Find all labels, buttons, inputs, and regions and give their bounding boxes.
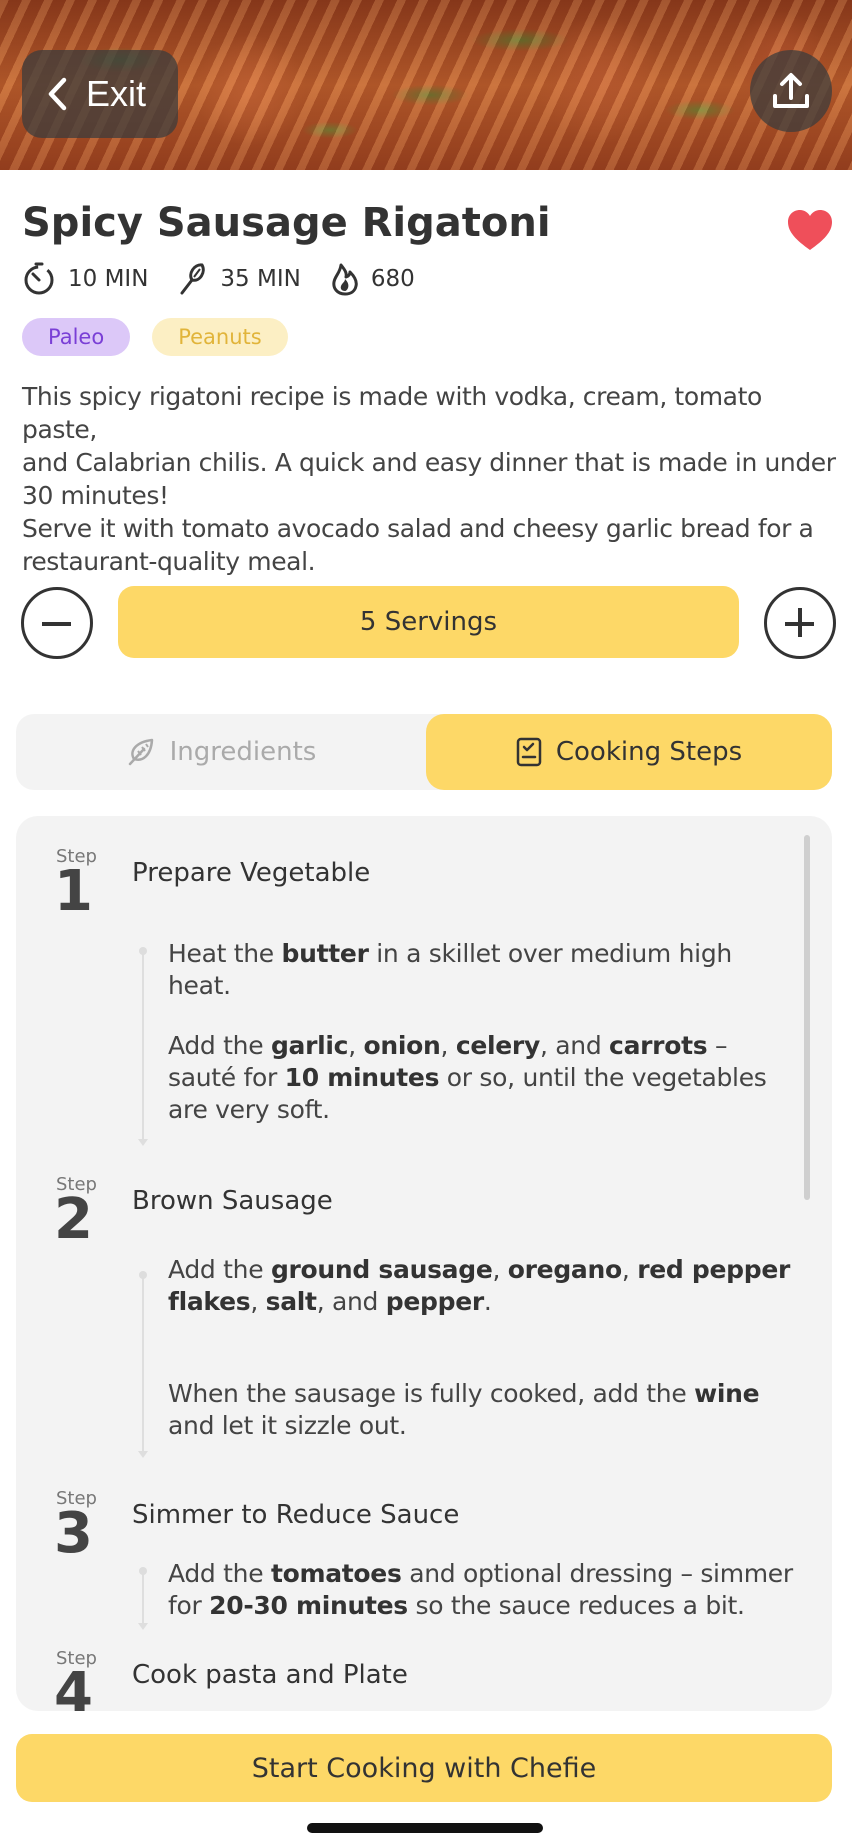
step-title: Brown Sausage <box>132 1186 333 1216</box>
servings-display: 5 Servings <box>118 586 739 658</box>
share-icon <box>773 73 809 108</box>
chevron-left-icon <box>48 77 67 111</box>
exit-button[interactable]: Exit <box>22 50 178 138</box>
recipe-description: This spicy rigatoni recipe is made with … <box>22 380 842 578</box>
tab-ingredients[interactable]: Ingredients <box>16 714 426 790</box>
decrease-servings-button[interactable] <box>21 587 93 659</box>
steps-panel[interactable]: Step 1 Prepare Vegetable Heat the butter… <box>16 816 832 1711</box>
prep-time: 10 MIN <box>22 262 148 296</box>
step-item: Step 1 Prepare Vegetable Heat the butter… <box>16 846 816 1146</box>
minus-icon <box>42 622 71 626</box>
description-line: and Calabrian chilis. A quick and easy d… <box>22 448 836 477</box>
steps-scrollbar[interactable] <box>804 835 810 1200</box>
step-instruction: Add the tomatoes and optional dressing –… <box>168 1559 793 1620</box>
step-timeline <box>138 947 148 1146</box>
step-item: Step 2 Brown Sausage Add the ground saus… <box>16 1174 816 1464</box>
description-line: Serve it with tomato avocado salad and c… <box>22 514 814 543</box>
calories-value: 680 <box>370 266 415 292</box>
step-timeline <box>138 1271 148 1458</box>
recipe-title: Spicy Sausage Rigatoni <box>22 200 551 246</box>
step-number: 4 <box>54 1661 93 1712</box>
step-title: Cook pasta and Plate <box>132 1660 408 1690</box>
tab-ingredients-label: Ingredients <box>169 737 317 767</box>
tag-paleo[interactable]: Paleo <box>22 318 131 356</box>
share-button[interactable] <box>750 50 832 132</box>
tab-cooking-steps-label: Cooking Steps <box>555 737 743 767</box>
leaf-icon <box>128 738 153 766</box>
increase-servings-button[interactable] <box>764 587 836 659</box>
description-line: This spicy rigatoni recipe is made with … <box>22 382 762 444</box>
timer-icon <box>24 262 54 295</box>
home-indicator <box>307 1823 543 1833</box>
recipe-book-icon <box>516 737 542 767</box>
diet-tags: Paleo Peanuts <box>22 318 310 356</box>
step-timeline <box>138 1567 148 1630</box>
tag-peanuts[interactable]: Peanuts <box>152 318 288 356</box>
heart-icon[interactable] <box>786 208 834 252</box>
start-cooking-button[interactable]: Start Cooking with Chefie <box>16 1734 832 1802</box>
step-title: Simmer to Reduce Sauce <box>132 1500 460 1530</box>
step-instruction: Add the garlic, onion, celery, and carro… <box>168 1031 767 1124</box>
recipe-tabs: Ingredients Cooking Steps <box>16 714 832 790</box>
step-instruction: Add the ground sausage, oregano, red pep… <box>168 1255 790 1316</box>
description-line: restaurant-quality meal. <box>22 547 316 576</box>
calories: 680 <box>331 262 415 296</box>
step-item: Step 3 Simmer to Reduce Sauce Add the to… <box>16 1488 816 1638</box>
exit-label: Exit <box>86 73 147 114</box>
description-line: 30 minutes! <box>22 481 169 510</box>
recipe-meta: 10 MIN 35 MIN 680 <box>22 262 445 296</box>
tab-cooking-steps[interactable]: Cooking Steps <box>426 714 832 790</box>
step-instruction: When the sausage is fully cooked, add th… <box>168 1379 760 1440</box>
step-title: Prepare Vegetable <box>132 858 371 888</box>
prep-time-value: 10 MIN <box>68 266 149 292</box>
step-instruction: Heat the butter in a skillet over medium… <box>168 939 732 1000</box>
whisk-icon <box>180 263 206 295</box>
step-number: 1 <box>54 859 93 924</box>
flame-icon <box>332 263 358 296</box>
step-number: 2 <box>54 1187 93 1252</box>
cook-time-value: 35 MIN <box>220 266 301 292</box>
step-number: 3 <box>54 1501 93 1566</box>
cook-time: 35 MIN <box>178 262 301 296</box>
step-item: Step 4 Cook pasta and Plate <box>16 1648 816 1711</box>
